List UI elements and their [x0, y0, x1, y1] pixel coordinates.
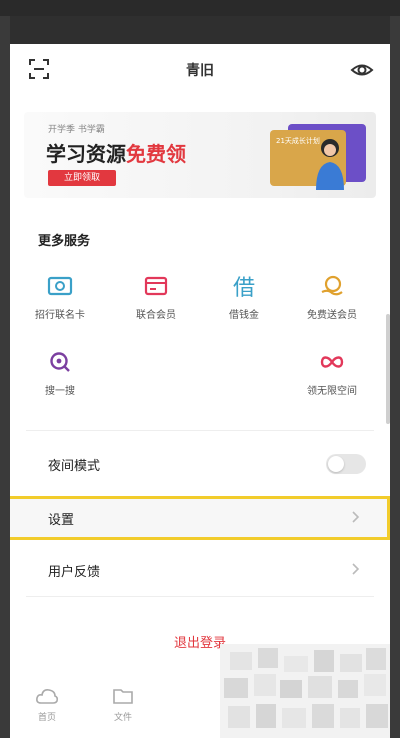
eye-icon[interactable]: [350, 58, 374, 82]
service-label: 搜一搜: [45, 386, 75, 397]
member-card-icon: [144, 276, 168, 296]
section-divider: [26, 430, 374, 431]
borrow-icon: 借: [233, 276, 255, 300]
header: 青旧: [10, 44, 390, 96]
gift-icon: [321, 275, 343, 296]
settings-row[interactable]: 设置: [10, 496, 390, 540]
infinity-icon: [320, 356, 344, 368]
service-label: 领无限空间: [307, 386, 357, 397]
banner-tag: 开学季 书学霸: [48, 125, 105, 135]
tab-files-label: 文件: [113, 713, 132, 723]
background-gutter-right: [390, 16, 400, 738]
chevron-right-icon: [352, 563, 360, 575]
service-free-member[interactable]: 免费送会员: [292, 272, 372, 321]
toggle-knob: [328, 456, 344, 472]
background-gutter-left: [0, 16, 10, 738]
app-screen: 青旧 开学季 书学霸 学习资源免费领 立即领取 21天成长计划 更多服务 招行联…: [10, 44, 390, 738]
service-label: 借钱金: [229, 310, 259, 321]
tab-home[interactable]: 首页: [22, 686, 72, 723]
mosaic-overlay: [220, 644, 390, 738]
banner-headline: 学习资源免费领: [46, 138, 186, 167]
settings-label: 设置: [48, 513, 75, 528]
promo-banner[interactable]: 开学季 书学霸 学习资源免费领 立即领取 21天成长计划: [24, 112, 376, 198]
tab-files[interactable]: 文件: [98, 686, 148, 723]
service-member[interactable]: 联合会员: [116, 272, 196, 321]
status-bar: [0, 0, 400, 16]
night-mode-row: 夜间模式: [10, 442, 390, 486]
feedback-label: 用户反馈: [48, 565, 101, 580]
banner-headline-highlight: 免费领: [126, 142, 186, 166]
service-unlimited-space[interactable]: 领无限空间: [292, 348, 372, 397]
service-label: 招行联名卡: [35, 310, 85, 321]
service-borrow[interactable]: 借 借钱金: [204, 272, 284, 321]
service-label: 免费送会员: [307, 310, 357, 321]
service-bank-card[interactable]: 招行联名卡: [20, 272, 100, 321]
tab-home-label: 首页: [37, 713, 56, 723]
service-label: 联合会员: [136, 310, 176, 321]
feedback-row[interactable]: 用户反馈: [10, 548, 390, 592]
scrollbar[interactable]: [386, 314, 390, 424]
folder-icon: [113, 689, 133, 704]
service-search[interactable]: 搜一搜: [20, 348, 100, 397]
cloud-home-icon: [36, 689, 59, 704]
chevron-right-icon: [352, 511, 360, 523]
services-section-title: 更多服务: [38, 234, 91, 249]
banner-person-image: [316, 139, 344, 190]
section-divider: [26, 596, 374, 597]
svg-text:借: 借: [233, 276, 255, 300]
night-mode-label: 夜间模式: [48, 459, 101, 474]
search-icon: [50, 352, 70, 372]
page-title: 青旧: [186, 63, 214, 79]
banner-cta-button[interactable]: 立即领取: [48, 170, 116, 186]
banner-headline-main: 学习资源: [46, 142, 126, 166]
bank-card-icon: [47, 276, 73, 296]
night-mode-toggle[interactable]: [326, 454, 366, 474]
